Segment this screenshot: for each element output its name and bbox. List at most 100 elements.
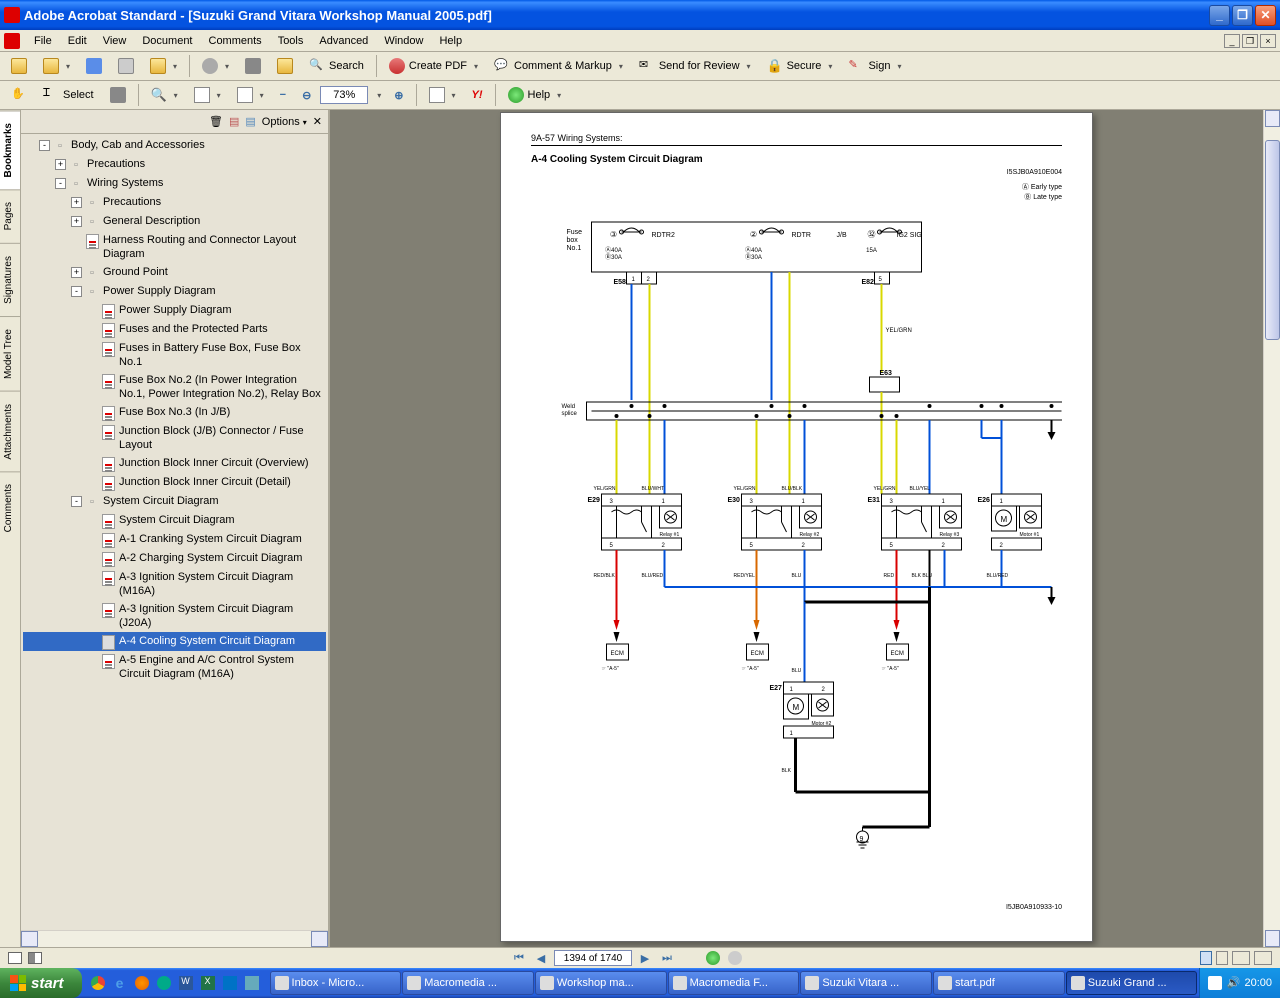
send-review-button[interactable]: ✉Send for Review	[632, 54, 758, 78]
menu-tools[interactable]: Tools	[270, 33, 312, 49]
bookmark-item[interactable]: System Circuit Diagram	[23, 511, 326, 530]
help-button[interactable]: Help	[501, 83, 569, 107]
sidetab-model-tree[interactable]: Model Tree	[0, 316, 20, 391]
fit-page-button[interactable]	[187, 83, 228, 107]
close-button[interactable]: ✕	[1255, 5, 1276, 26]
minimize-button[interactable]: _	[1209, 5, 1230, 26]
bookmark-item[interactable]: Fuses in Battery Fuse Box, Fuse Box No.1	[23, 339, 326, 371]
desktop-icon[interactable]	[242, 972, 262, 994]
bookmark-item[interactable]: +▫Precautions	[23, 155, 326, 174]
sidetab-attachments[interactable]: Attachments	[0, 391, 20, 472]
firefox-icon[interactable]	[132, 972, 152, 994]
bookmark-item[interactable]: A-4 Cooling System Circuit Diagram	[23, 632, 326, 651]
bookmark-item[interactable]: Junction Block (J/B) Connector / Fuse La…	[23, 422, 326, 454]
taskbar-button[interactable]: Suzuki Grand ...	[1066, 971, 1198, 995]
menu-file[interactable]: File	[26, 33, 60, 49]
chrome-icon[interactable]	[88, 972, 108, 994]
expand-toggle[interactable]: -	[55, 178, 66, 189]
next-page-button[interactable]: ▶	[636, 950, 654, 966]
taskbar-button[interactable]: Macromedia F...	[668, 971, 800, 995]
prev-view-button[interactable]	[704, 950, 722, 966]
bookmark-item[interactable]: A-3 Ignition System Circuit Diagram (M16…	[23, 568, 326, 600]
bookmark-item[interactable]: A-5 Engine and A/C Control System Circui…	[23, 651, 326, 683]
bookmark-item[interactable]: A-1 Cranking System Circuit Diagram	[23, 530, 326, 549]
bookmark-item[interactable]: +▫General Description	[23, 212, 326, 231]
scan-button[interactable]	[238, 54, 268, 78]
system-tray[interactable]: 🔊 20:00	[1199, 968, 1280, 998]
bookmark-item[interactable]: Junction Block Inner Circuit (Detail)	[23, 473, 326, 492]
comment-markup-button[interactable]: 💬Comment & Markup	[487, 54, 630, 78]
bookmark-item[interactable]: A-3 Ignition System Circuit Diagram (J20…	[23, 600, 326, 632]
expand-toggle[interactable]: -	[71, 286, 82, 297]
snapshot-tool-button[interactable]	[103, 83, 133, 107]
email-button[interactable]	[36, 54, 77, 78]
last-page-button[interactable]: ⏭	[658, 950, 676, 966]
menu-comments[interactable]: Comments	[201, 33, 270, 49]
new-bookmark-icon[interactable]: ▤	[229, 115, 239, 128]
next-view-button[interactable]	[726, 950, 744, 966]
mdi-close-button[interactable]: ×	[1260, 34, 1276, 48]
continuous-facing-icon[interactable]	[1254, 951, 1272, 965]
save-button[interactable]	[79, 54, 109, 78]
search-button[interactable]: 🔍Search	[302, 54, 371, 78]
mdi-restore-button[interactable]: ❐	[1242, 34, 1258, 48]
expand-toggle[interactable]: -	[39, 140, 50, 151]
menu-advanced[interactable]: Advanced	[311, 33, 376, 49]
maximize-button[interactable]: ❐	[1232, 5, 1253, 26]
bookmark-item[interactable]: +▫Ground Point	[23, 263, 326, 282]
taskbar-button[interactable]: Suzuki Vitara ...	[800, 971, 932, 995]
tray-icon-1[interactable]	[1208, 976, 1222, 990]
menu-view[interactable]: View	[95, 33, 135, 49]
yahoo-button[interactable]: Y!	[465, 85, 490, 105]
trash-icon[interactable]: 🗑	[209, 115, 223, 128]
view-mode-icon[interactable]	[8, 952, 22, 964]
excel-icon[interactable]: X	[198, 972, 218, 994]
ie-icon[interactable]: e	[110, 972, 130, 994]
document-area[interactable]: 9A-57 Wiring Systems: A-4 Cooling System…	[330, 110, 1280, 947]
bookmark-item[interactable]: -▫Power Supply Diagram	[23, 282, 326, 301]
secure-button[interactable]: 🔒Secure	[760, 54, 840, 78]
bookmark-item[interactable]: Junction Block Inner Circuit (Overview)	[23, 454, 326, 473]
taskbar-button[interactable]: start.pdf	[933, 971, 1065, 995]
taskbar-button[interactable]: Macromedia ...	[402, 971, 534, 995]
layout-icon[interactable]	[28, 952, 42, 964]
bookmarks-tree[interactable]: -▫Body, Cab and Accessories+▫Precautions…	[21, 134, 328, 930]
media-icon[interactable]	[154, 972, 174, 994]
bookmark-item[interactable]: A-2 Charging System Circuit Diagram	[23, 549, 326, 568]
expand-bookmark-icon[interactable]: ▤	[245, 115, 255, 128]
sidetab-pages[interactable]: Pages	[0, 189, 20, 242]
first-page-button[interactable]: ⏮	[510, 950, 528, 966]
zoom-dropdown[interactable]	[370, 89, 385, 101]
bookmark-item[interactable]: Power Supply Diagram	[23, 301, 326, 320]
zoom-input[interactable]	[320, 86, 368, 104]
select-tool-button[interactable]: ᏆSelect	[36, 83, 101, 107]
expand-toggle[interactable]: +	[71, 216, 82, 227]
zoom-in-button[interactable]: 🔍	[144, 83, 185, 107]
mdi-minimize-button[interactable]: _	[1224, 34, 1240, 48]
attach-button[interactable]	[195, 54, 236, 78]
tray-volume-icon[interactable]: 🔊	[1226, 976, 1240, 990]
bookmark-item[interactable]: Harness Routing and Connector Layout Dia…	[23, 231, 326, 263]
fit-width-button[interactable]	[230, 83, 271, 107]
continuous-icon[interactable]	[1216, 951, 1228, 965]
sidetab-bookmarks[interactable]: Bookmarks	[0, 110, 20, 189]
prev-page-button[interactable]: ◀	[532, 950, 550, 966]
taskbar-button[interactable]: Workshop ma...	[535, 971, 667, 995]
facing-icon[interactable]	[1232, 951, 1250, 965]
outlook-icon[interactable]	[220, 972, 240, 994]
bookmark-item[interactable]: Fuses and the Protected Parts	[23, 320, 326, 339]
zoom-out-button[interactable]: −	[273, 85, 293, 105]
howto-button[interactable]	[422, 83, 463, 107]
bookmark-item[interactable]: Fuse Box No.3 (In J/B)	[23, 403, 326, 422]
hand-tool-button[interactable]: ✋	[4, 83, 34, 107]
zoom-100-button[interactable]: ⊖	[295, 85, 318, 106]
sidetab-signatures[interactable]: Signatures	[0, 243, 20, 316]
bookmark-item[interactable]: -▫Body, Cab and Accessories	[23, 136, 326, 155]
menu-window[interactable]: Window	[376, 33, 431, 49]
bookmark-item[interactable]: -▫Wiring Systems	[23, 174, 326, 193]
menu-document[interactable]: Document	[134, 33, 200, 49]
menu-help[interactable]: Help	[431, 33, 470, 49]
start-button[interactable]: start	[0, 968, 82, 998]
sidetab-comments[interactable]: Comments	[0, 471, 20, 544]
single-page-icon[interactable]	[1200, 951, 1212, 965]
